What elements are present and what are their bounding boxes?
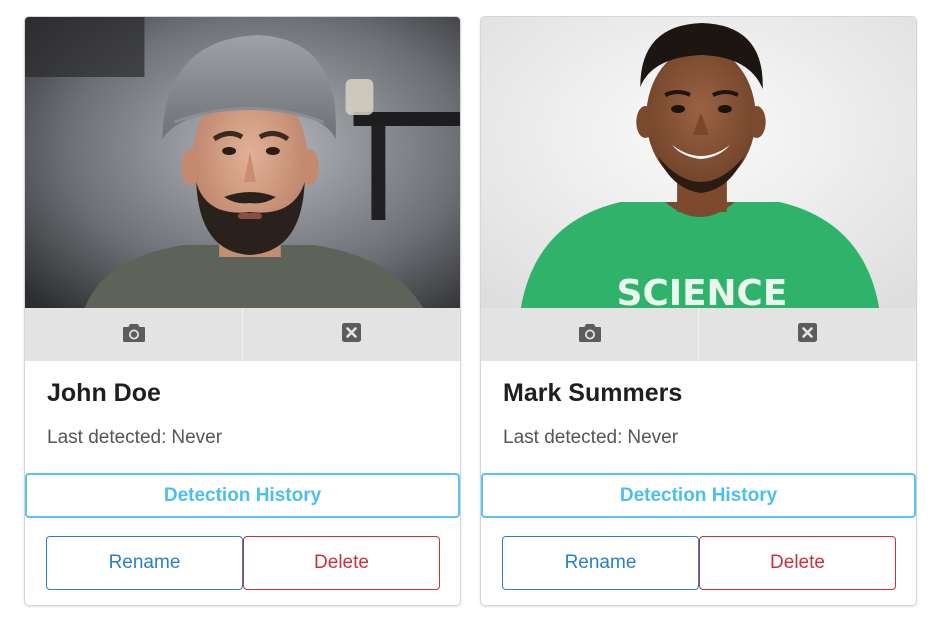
camera-icon — [578, 323, 601, 347]
detection-history-button[interactable]: Detection History — [481, 473, 916, 518]
close-box-icon — [342, 322, 361, 347]
card-actions: Rename Delete — [502, 536, 896, 590]
rename-button[interactable]: Rename — [502, 536, 699, 590]
person-photo: SCIENCE — [481, 17, 916, 308]
last-detected: Last detected: Never — [47, 427, 222, 449]
last-detected-value: Never — [627, 427, 679, 448]
person-card: SCIENCE Mark Summers Last detected: Never… — [480, 16, 917, 606]
photo-action-bar — [25, 308, 460, 361]
delete-button[interactable]: Delete — [243, 536, 440, 590]
delete-button[interactable]: Delete — [699, 536, 896, 590]
camera-button[interactable] — [25, 308, 242, 361]
last-detected: Last detected: Never — [503, 427, 678, 449]
remove-photo-button[interactable] — [242, 308, 460, 361]
last-detected-label: Last detected: — [47, 427, 167, 448]
card-actions: Rename Delete — [46, 536, 440, 590]
close-box-icon — [798, 322, 817, 347]
person-name: John Doe — [47, 379, 161, 407]
person-photo — [25, 17, 460, 308]
last-detected-label: Last detected: — [503, 427, 623, 448]
person-name: Mark Summers — [503, 379, 683, 407]
camera-button[interactable] — [481, 308, 698, 361]
camera-icon — [122, 323, 145, 347]
photo-action-bar — [481, 308, 916, 361]
person-card: John Doe Last detected: Never Detection H… — [24, 16, 461, 606]
remove-photo-button[interactable] — [698, 308, 916, 361]
shirt-print: SCIENCE — [617, 273, 788, 308]
rename-button[interactable]: Rename — [46, 536, 243, 590]
detection-history-button[interactable]: Detection History — [25, 473, 460, 518]
last-detected-value: Never — [171, 427, 223, 448]
